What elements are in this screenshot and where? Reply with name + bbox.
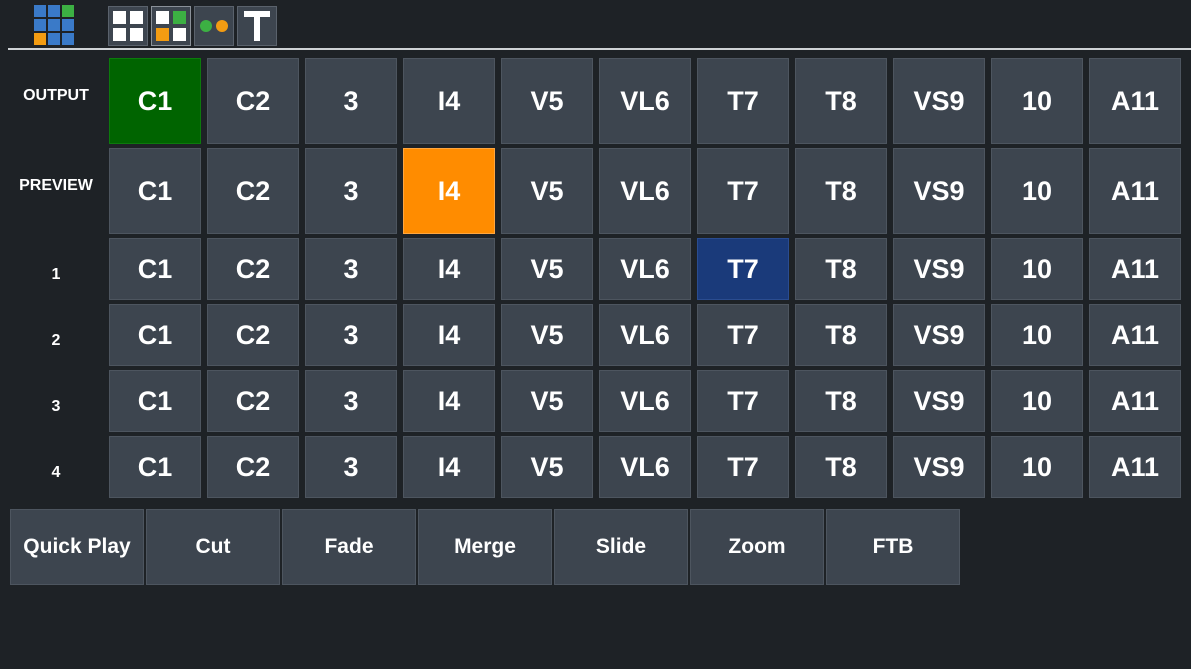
source-tile-r5-a11[interactable]: A11 — [1089, 436, 1181, 498]
transition-zoom-button[interactable]: Zoom — [690, 509, 824, 585]
source-tile-r2-t8[interactable]: T8 — [795, 238, 887, 300]
row-label-5: 4 — [51, 464, 61, 481]
source-tile-r4-vs9[interactable]: VS9 — [893, 370, 985, 432]
source-tile-r1-c2[interactable]: C2 — [207, 148, 299, 234]
source-tile-r0-v5[interactable]: V5 — [501, 58, 593, 144]
source-tile-r1-3[interactable]: 3 — [305, 148, 397, 234]
source-tile-r5-c1[interactable]: C1 — [109, 436, 201, 498]
source-tile-r4-v5[interactable]: V5 — [501, 370, 593, 432]
row-label-3: 2 — [51, 332, 61, 349]
grid-2x2-colored-icon — [156, 11, 186, 41]
source-tile-r4-10[interactable]: 10 — [991, 370, 1083, 432]
source-tile-r4-a11[interactable]: A11 — [1089, 370, 1181, 432]
source-tile-r2-vs9[interactable]: VS9 — [893, 238, 985, 300]
transition-slide-button[interactable]: Slide — [554, 509, 688, 585]
source-tile-r3-vl6[interactable]: VL6 — [599, 304, 691, 366]
source-tile-r5-vl6[interactable]: VL6 — [599, 436, 691, 498]
source-tile-r0-3[interactable]: 3 — [305, 58, 397, 144]
tally-button[interactable] — [194, 6, 234, 46]
source-tile-r0-t8[interactable]: T8 — [795, 58, 887, 144]
source-tile-r3-v5[interactable]: V5 — [501, 304, 593, 366]
source-tile-r1-a11[interactable]: A11 — [1089, 148, 1181, 234]
source-tile-r4-t8[interactable]: T8 — [795, 370, 887, 432]
source-tile-r0-a11[interactable]: A11 — [1089, 58, 1181, 144]
grid-2x2-icon — [113, 11, 143, 41]
source-tile-r5-t7[interactable]: T7 — [697, 436, 789, 498]
transition-fade-button[interactable]: Fade — [282, 509, 416, 585]
text-button[interactable] — [237, 6, 277, 46]
multiview-button[interactable] — [151, 6, 191, 46]
row-label-0: OUTPUT — [23, 87, 89, 104]
source-tile-r3-i4[interactable]: I4 — [403, 304, 495, 366]
source-tile-r3-t8[interactable]: T8 — [795, 304, 887, 366]
source-tile-r5-10[interactable]: 10 — [991, 436, 1083, 498]
source-tile-r2-v5[interactable]: V5 — [501, 238, 593, 300]
source-tile-r0-i4[interactable]: I4 — [403, 58, 495, 144]
source-tile-r1-t7[interactable]: T7 — [697, 148, 789, 234]
transition-merge-button[interactable]: Merge — [418, 509, 552, 585]
source-tile-r3-t7[interactable]: T7 — [697, 304, 789, 366]
source-tile-r5-c2[interactable]: C2 — [207, 436, 299, 498]
source-tile-r2-c1[interactable]: C1 — [109, 238, 201, 300]
source-tile-r1-i4[interactable]: I4 — [403, 148, 495, 234]
grid-logo-icon — [34, 5, 74, 45]
source-tile-r4-vl6[interactable]: VL6 — [599, 370, 691, 432]
dots-icon — [200, 20, 228, 32]
source-tile-r0-vl6[interactable]: VL6 — [599, 58, 691, 144]
source-tile-r4-i4[interactable]: I4 — [403, 370, 495, 432]
row-label-1: PREVIEW — [19, 177, 93, 194]
source-tile-r3-a11[interactable]: A11 — [1089, 304, 1181, 366]
source-tile-r4-t7[interactable]: T7 — [697, 370, 789, 432]
source-tile-r4-c2[interactable]: C2 — [207, 370, 299, 432]
source-tile-r1-vs9[interactable]: VS9 — [893, 148, 985, 234]
row-label-2: 1 — [51, 266, 61, 283]
row-label-4: 3 — [51, 398, 61, 415]
source-tile-r3-10[interactable]: 10 — [991, 304, 1083, 366]
source-tile-r1-vl6[interactable]: VL6 — [599, 148, 691, 234]
source-tile-r5-3[interactable]: 3 — [305, 436, 397, 498]
source-tile-r4-3[interactable]: 3 — [305, 370, 397, 432]
toolbar-divider — [8, 48, 1191, 50]
source-tile-r5-vs9[interactable]: VS9 — [893, 436, 985, 498]
source-tile-r0-c2[interactable]: C2 — [207, 58, 299, 144]
grid-view-button[interactable] — [108, 6, 148, 46]
source-tile-r0-c1[interactable]: C1 — [109, 58, 201, 144]
source-tile-r1-10[interactable]: 10 — [991, 148, 1083, 234]
source-tile-r2-t7[interactable]: T7 — [697, 238, 789, 300]
source-tile-r5-i4[interactable]: I4 — [403, 436, 495, 498]
source-tile-r5-v5[interactable]: V5 — [501, 436, 593, 498]
source-tile-r2-3[interactable]: 3 — [305, 238, 397, 300]
source-tile-r0-vs9[interactable]: VS9 — [893, 58, 985, 144]
source-tile-r2-vl6[interactable]: VL6 — [599, 238, 691, 300]
transition-cut-button[interactable]: Cut — [146, 509, 280, 585]
transition-ftb-button[interactable]: FTB — [826, 509, 960, 585]
source-tile-r2-a11[interactable]: A11 — [1089, 238, 1181, 300]
transition-quick-play-button[interactable]: Quick Play — [10, 509, 144, 585]
source-tile-r0-10[interactable]: 10 — [991, 58, 1083, 144]
source-tile-r3-vs9[interactable]: VS9 — [893, 304, 985, 366]
source-tile-r5-t8[interactable]: T8 — [795, 436, 887, 498]
source-tile-r3-3[interactable]: 3 — [305, 304, 397, 366]
source-tile-r2-i4[interactable]: I4 — [403, 238, 495, 300]
source-tile-r2-c2[interactable]: C2 — [207, 238, 299, 300]
text-T-icon — [244, 11, 270, 41]
source-tile-r0-t7[interactable]: T7 — [697, 58, 789, 144]
source-tile-r1-c1[interactable]: C1 — [109, 148, 201, 234]
source-tile-r1-t8[interactable]: T8 — [795, 148, 887, 234]
source-tile-r4-c1[interactable]: C1 — [109, 370, 201, 432]
source-tile-r1-v5[interactable]: V5 — [501, 148, 593, 234]
source-tile-r2-10[interactable]: 10 — [991, 238, 1083, 300]
top-toolbar — [0, 0, 1191, 50]
source-tile-r3-c2[interactable]: C2 — [207, 304, 299, 366]
source-tile-r3-c1[interactable]: C1 — [109, 304, 201, 366]
